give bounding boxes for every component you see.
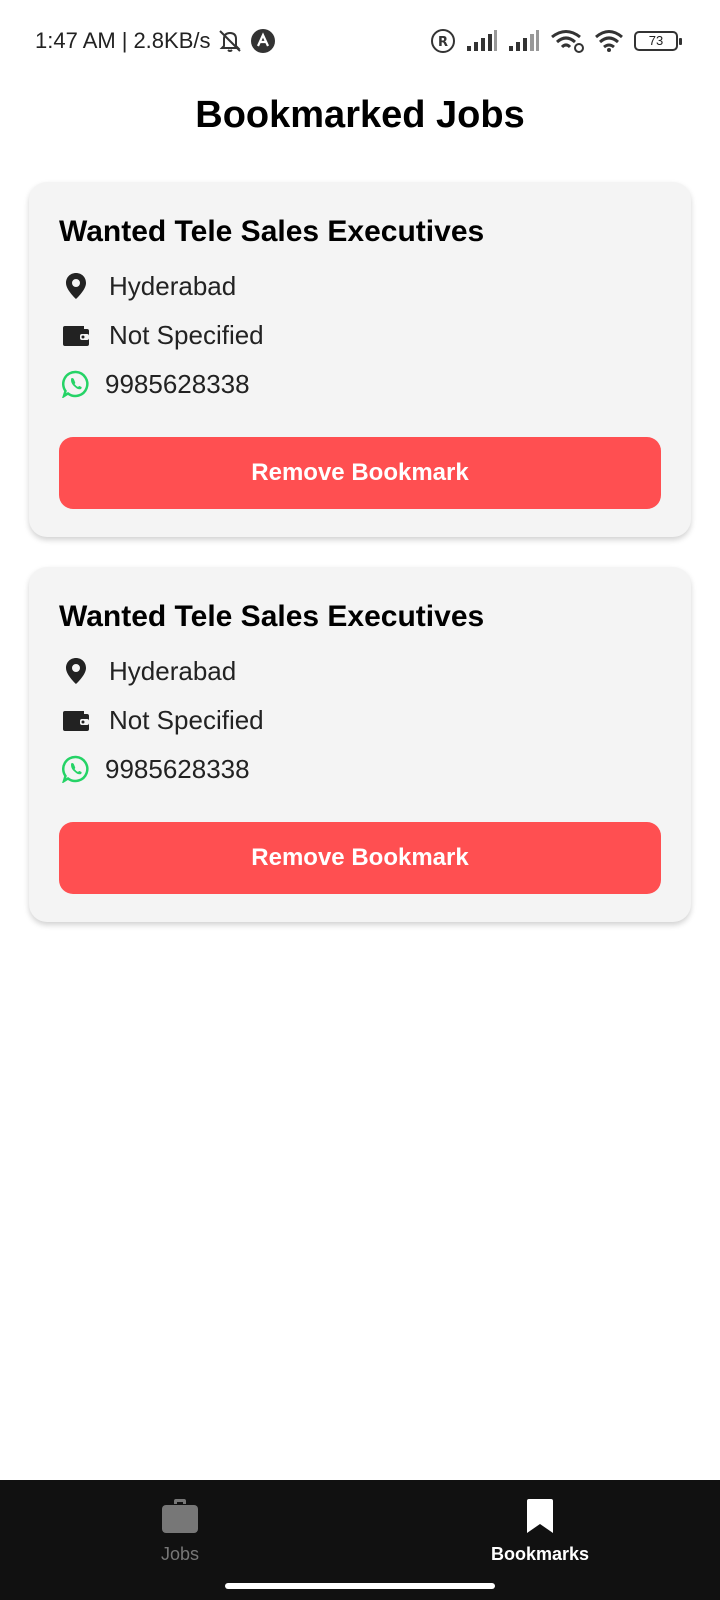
app-notification-icon <box>251 29 276 53</box>
home-indicator[interactable] <box>225 1583 495 1589</box>
remove-bookmark-button[interactable]: Remove Bookmark <box>59 437 661 509</box>
job-location: Hyderabad <box>109 270 237 301</box>
job-title: Wanted Tele Sales Executives <box>59 215 485 248</box>
muted-bell-icon <box>219 30 242 52</box>
page-title: Bookmarked Jobs <box>195 94 525 136</box>
remove-bookmark-button[interactable]: Remove Bookmark <box>59 822 661 894</box>
signal-icon <box>509 30 539 51</box>
wifi-icon <box>595 30 623 52</box>
nav-label-jobs: Jobs <box>160 1544 200 1564</box>
status-right: R 73 <box>430 26 682 56</box>
bookmarked-job-list: Wanted Tele Sales Executives Hyderabad N… <box>29 182 691 952</box>
status-separator: | <box>121 28 128 53</box>
job-location: Hyderabad <box>109 655 237 686</box>
job-salary-row: Not Specified <box>59 702 264 738</box>
job-phone-row[interactable]: 9985628338 <box>59 751 250 787</box>
signal-icon <box>467 30 497 51</box>
job-location-row: Hyderabad <box>59 653 236 689</box>
nav-item-jobs[interactable]: Jobs <box>80 1498 280 1565</box>
briefcase-icon <box>162 1499 198 1533</box>
bottom-nav: Jobs Bookmarks <box>0 1480 720 1600</box>
wallet-icon <box>59 318 93 352</box>
job-card[interactable]: Wanted Tele Sales Executives Hyderabad N… <box>29 567 691 922</box>
svg-text:R: R <box>438 35 448 50</box>
job-phone: 9985628338 <box>105 368 250 399</box>
bookmark-icon <box>527 1499 553 1533</box>
battery-icon: 73 <box>634 31 682 51</box>
status-network-speed: 2.8KB/s <box>133 28 211 53</box>
battery-level: 73 <box>648 33 664 48</box>
job-phone: 9985628338 <box>105 753 250 784</box>
nav-label-bookmarks: Bookmarks <box>490 1544 590 1564</box>
job-salary: Not Specified <box>109 704 264 735</box>
location-pin-icon <box>59 269 93 303</box>
job-title: Wanted Tele Sales Executives <box>59 600 485 633</box>
location-pin-icon <box>59 654 93 688</box>
status-left: 1:47 AM | 2.8KB/s <box>35 26 276 56</box>
job-salary-row: Not Specified <box>59 317 264 353</box>
job-card[interactable]: Wanted Tele Sales Executives Hyderabad N… <box>29 182 691 537</box>
status-bar: 1:47 AM | 2.8KB/s R 73 <box>0 0 720 82</box>
whatsapp-icon <box>59 752 93 786</box>
status-time: 1:47 AM <box>35 28 116 53</box>
whatsapp-icon <box>59 367 93 401</box>
job-salary: Not Specified <box>109 319 264 350</box>
job-location-row: Hyderabad <box>59 268 236 304</box>
wallet-icon <box>59 703 93 737</box>
registered-icon: R <box>431 29 455 53</box>
job-phone-row[interactable]: 9985628338 <box>59 366 250 402</box>
nav-item-bookmarks[interactable]: Bookmarks <box>440 1498 640 1565</box>
wifi-icon <box>551 30 584 53</box>
